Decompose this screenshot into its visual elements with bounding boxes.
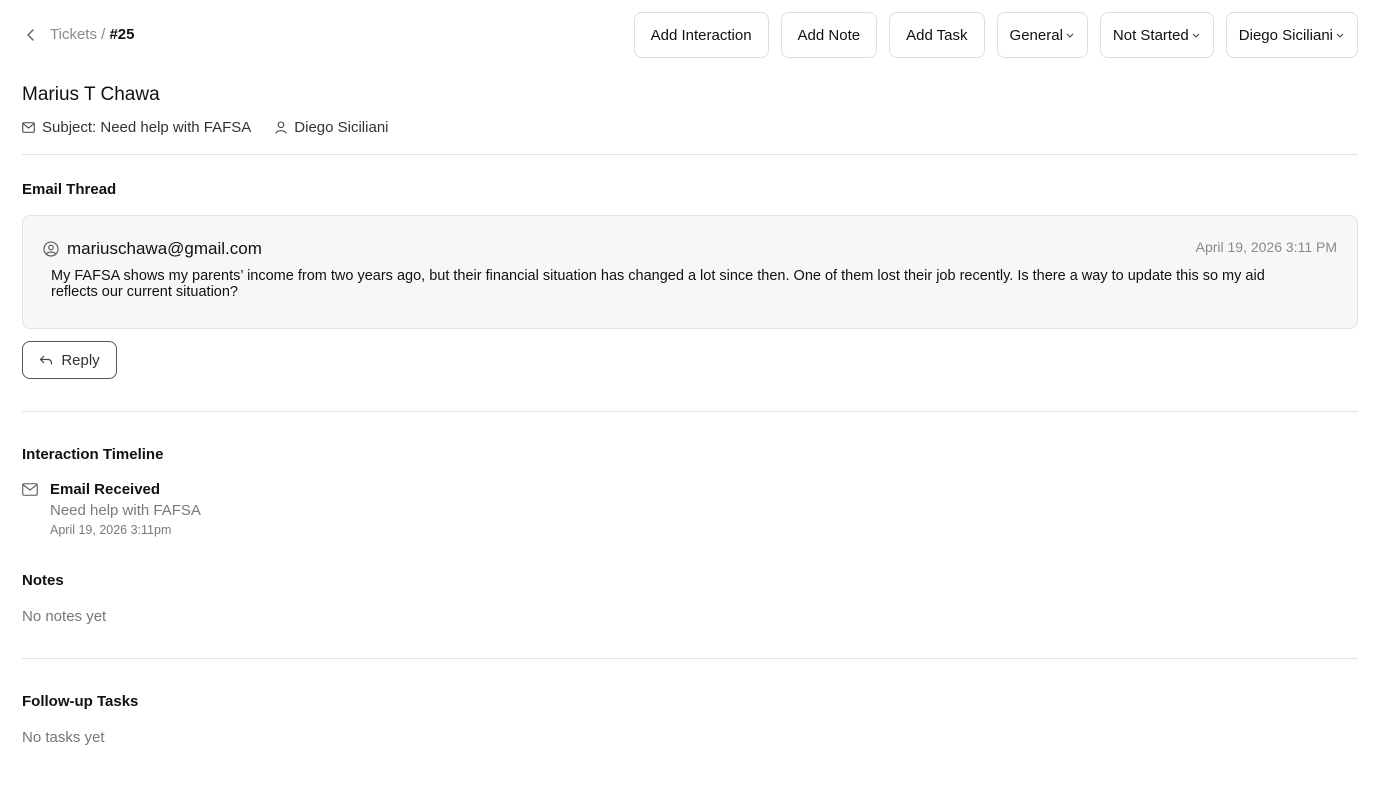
- ticket-subject: Subject: Need help with FAFSA: [22, 119, 251, 136]
- assignee-select[interactable]: Diego Siciliani: [1225, 12, 1358, 58]
- email-thread-heading: Email Thread: [22, 181, 117, 198]
- user-circle-icon: [43, 241, 59, 257]
- timeline-item-date: April 19, 2026 3:11pm: [50, 523, 172, 537]
- add-interaction-button[interactable]: Add Interaction: [633, 12, 769, 58]
- chevron-down-icon: [1066, 33, 1074, 38]
- contact-name: Marius T Chawa: [22, 84, 160, 105]
- tasks-empty-state: No tasks yet: [22, 729, 105, 746]
- breadcrumb-current: #25: [109, 26, 135, 43]
- breadcrumb-tickets-link[interactable]: Tickets: [50, 26, 97, 43]
- add-note-button[interactable]: Add Note: [780, 12, 878, 58]
- ticket-owner: Diego Siciliani: [275, 119, 389, 136]
- reply-label: Reply: [61, 351, 100, 369]
- user-icon: [275, 121, 287, 134]
- subject-text: Subject: Need help with FAFSA: [42, 119, 252, 136]
- email-body: My FAFSA shows my parents’ income from t…: [51, 268, 1265, 300]
- follow-up-tasks-heading: Follow-up Tasks: [22, 693, 139, 710]
- breadcrumb-separator: /: [101, 26, 106, 43]
- status-select-value: Not Started: [1112, 26, 1189, 44]
- reply-icon: [40, 355, 53, 365]
- add-task-button[interactable]: Add Task: [889, 12, 985, 58]
- divider: [22, 154, 1358, 155]
- divider: [22, 411, 1358, 412]
- mail-icon: [22, 122, 35, 133]
- assignee-select-value: Diego Siciliani: [1238, 26, 1333, 44]
- reply-button[interactable]: Reply: [22, 341, 117, 379]
- category-select-value: General: [1009, 26, 1063, 44]
- status-select[interactable]: Not Started: [1099, 12, 1214, 58]
- notes-heading: Notes: [22, 572, 64, 589]
- category-select[interactable]: General: [996, 12, 1088, 58]
- interaction-timeline-heading: Interaction Timeline: [22, 446, 164, 463]
- chevron-down-icon: [1192, 33, 1200, 38]
- breadcrumb: Tickets / #25: [50, 26, 135, 44]
- notes-empty-state: No notes yet: [22, 608, 107, 625]
- email-date: April 19, 2026 3:11 PM: [1195, 239, 1337, 255]
- chevron-down-icon: [1336, 33, 1344, 38]
- ticket-meta: Subject: Need help with FAFSA Diego Sici…: [22, 119, 413, 136]
- timeline-item-title: Email Received: [50, 481, 161, 498]
- email-sender: mariuschawa@gmail.com: [43, 239, 262, 259]
- sender-email: mariuschawa@gmail.com: [67, 239, 262, 258]
- email-message: mariuschawa@gmail.com April 19, 2026 3:1…: [22, 215, 1358, 329]
- top-bar: Tickets / #25 Add Interaction Add Note A…: [0, 0, 1380, 70]
- owner-text: Diego Siciliani: [294, 119, 389, 136]
- back-chevron-icon[interactable]: [22, 26, 40, 44]
- mail-icon: [22, 483, 38, 501]
- divider: [22, 658, 1358, 659]
- timeline-item-subtitle: Need help with FAFSA: [50, 502, 201, 519]
- ticket-actions: Add Interaction Add Note Add Task Genera…: [633, 12, 1358, 58]
